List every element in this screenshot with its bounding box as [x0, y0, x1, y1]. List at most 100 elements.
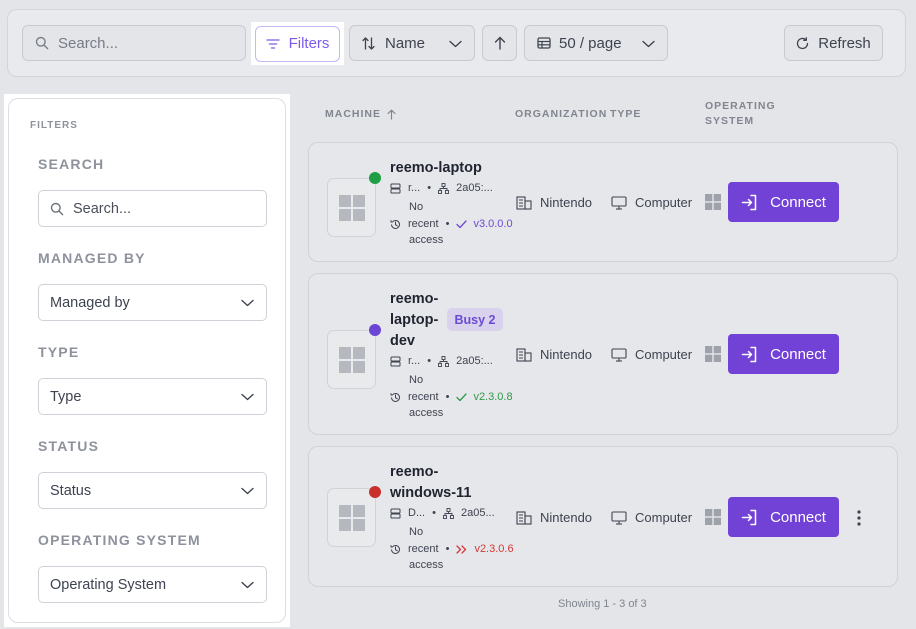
monitor-icon [611, 510, 627, 525]
chevron-down-icon [241, 389, 254, 405]
sort-field-select[interactable]: Name [349, 25, 475, 61]
filter-status-value: Status [50, 482, 92, 499]
connect-button-label: Connect [770, 345, 826, 363]
network-value: 2a05... [460, 507, 495, 519]
separator-dot: • [445, 543, 450, 555]
windows-logo-icon [338, 504, 365, 531]
separator-dot: • [432, 507, 436, 519]
windows-logo-icon [705, 346, 721, 362]
type-cell: Computer [611, 510, 692, 525]
refresh-button[interactable]: Refresh [784, 25, 883, 61]
login-icon [741, 194, 758, 211]
filter-type-value: Type [50, 388, 82, 405]
last-access-value: recent [408, 391, 439, 403]
pagination-summary: Showing 1 - 3 of 3 [558, 598, 647, 610]
filter-managed-by-value: Managed by [50, 294, 130, 311]
sort-arrows-icon [362, 36, 375, 51]
machine-name[interactable]: reemo- windows-11 [390, 462, 471, 504]
machine-managed-value: No [409, 374, 424, 386]
last-access-suffix: access [409, 234, 444, 246]
table-icon [537, 37, 551, 49]
table-row[interactable]: reemo- laptop- dev Busy 2 r... • 2a05:..… [308, 273, 898, 435]
refresh-button-label: Refresh [818, 34, 871, 52]
machine-name[interactable]: reemo-laptop [390, 158, 482, 179]
filter-os-select[interactable]: Operating System [38, 566, 267, 603]
connect-button-label: Connect [770, 193, 826, 211]
type-cell: Computer [611, 195, 692, 210]
search-icon [50, 202, 64, 216]
agent-version-value: v3.0.0.0 [473, 218, 513, 230]
machine-meta-line1: D... • 2a05... [390, 506, 495, 520]
login-icon [741, 509, 758, 526]
type-value: Computer [635, 347, 693, 362]
filters-panel-title: FILTERS [30, 120, 78, 131]
last-access-value: recent [408, 218, 439, 230]
filter-type-label: TYPE [38, 344, 80, 360]
separator-dot: • [445, 391, 450, 403]
server-icon [390, 356, 401, 367]
filter-search-input[interactable]: Search... [38, 190, 267, 227]
machine-thumbnail [327, 330, 376, 389]
connect-button[interactable]: Connect [728, 334, 839, 374]
agent-version-value: v2.3.0.8 [473, 391, 513, 403]
toolbar-search-input[interactable]: Search... [22, 25, 246, 61]
more-options-icon[interactable] [856, 510, 862, 526]
machine-thumbnail [327, 178, 376, 237]
building-icon [516, 195, 532, 210]
sort-field-label: Name [385, 34, 426, 52]
double-chevron-right-icon [456, 544, 468, 554]
last-access-suffix: access [409, 559, 444, 571]
history-icon [390, 219, 401, 230]
filter-managed-by-select[interactable]: Managed by [38, 284, 267, 321]
filter-os-value: Operating System [50, 576, 167, 593]
table-row[interactable]: reemo- windows-11 D... • 2a05... No rece… [308, 446, 898, 587]
connect-button[interactable]: Connect [728, 497, 839, 537]
sort-direction-button[interactable] [482, 25, 517, 61]
chevron-down-icon [241, 295, 254, 311]
login-icon [741, 346, 758, 363]
machine-name[interactable]: reemo- laptop- dev [390, 289, 438, 352]
column-header-type[interactable]: TYPE [610, 108, 641, 120]
last-access-value: recent [408, 543, 439, 555]
column-header-organization[interactable]: ORGANIZATION [515, 108, 607, 120]
organization-value: Nintendo [540, 195, 593, 210]
filter-type-select[interactable]: Type [38, 378, 267, 415]
organization-cell: Nintendo [516, 195, 592, 210]
windows-logo-icon [705, 509, 721, 525]
chevron-down-icon [449, 35, 462, 52]
filter-status-select[interactable]: Status [38, 472, 267, 509]
agent-version: v2.3.0.8 [456, 390, 513, 404]
busy-badge: Busy 2 [447, 308, 503, 331]
agent-version: v2.3.0.6 [456, 542, 514, 556]
last-access-suffix: access [409, 407, 444, 419]
monitor-icon [611, 347, 627, 362]
status-dot [369, 486, 381, 498]
page-size-select[interactable]: 50 / page [524, 25, 668, 61]
network-icon [438, 182, 450, 194]
machine-meta-line1: r... • 2a05:... [390, 181, 493, 195]
search-icon [35, 36, 49, 50]
machine-meta-line1: r... • 2a05:... [390, 354, 493, 368]
chevron-down-icon [642, 35, 655, 52]
type-value: Computer [635, 195, 693, 210]
network-value: 2a05:... [456, 182, 493, 194]
connect-button[interactable]: Connect [728, 182, 839, 222]
organization-value: Nintendo [540, 347, 593, 362]
network-icon [443, 507, 454, 519]
organization-value: Nintendo [540, 510, 593, 525]
filter-search-label: SEARCH [38, 156, 105, 172]
filters-button-highlight: Filters [251, 22, 344, 65]
machine-meta-line3: recent • v2.3.0.6 [390, 542, 514, 556]
monitor-icon [611, 195, 627, 210]
column-header-machine[interactable]: MACHINE [325, 108, 396, 120]
filter-search-placeholder: Search... [73, 200, 132, 217]
organization-cell: Nintendo [516, 347, 592, 362]
column-header-os-line2[interactable]: SYSTEM [705, 115, 754, 127]
separator-dot: • [427, 355, 432, 367]
filters-button[interactable]: Filters [255, 25, 340, 62]
filters-button-label: Filters [288, 35, 330, 52]
check-icon [456, 219, 468, 229]
table-row[interactable]: reemo-laptop r... • 2a05:... No recent •… [308, 142, 898, 262]
status-dot [369, 172, 381, 184]
column-header-os-line1[interactable]: OPERATING [705, 100, 776, 112]
